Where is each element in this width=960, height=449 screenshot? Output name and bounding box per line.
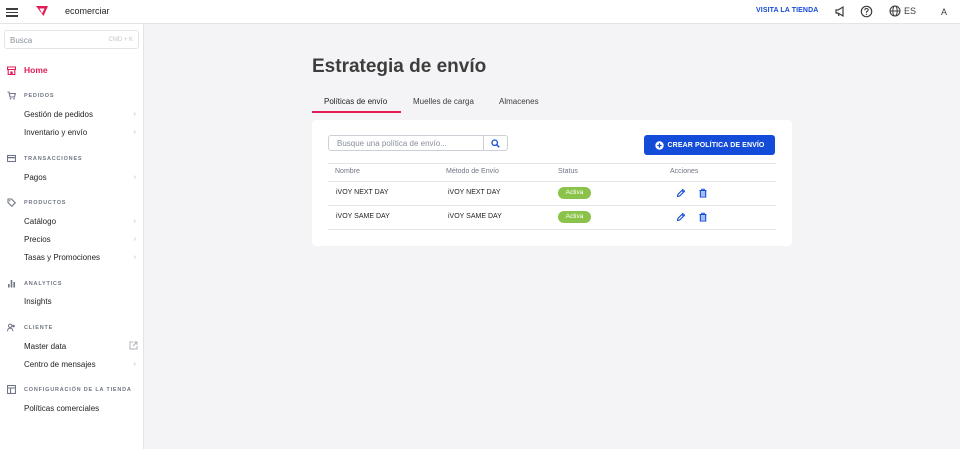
edit-icon[interactable] [676, 188, 686, 198]
search-shortcut: CMD + K [108, 37, 133, 43]
sidebar-item-label: Insights [24, 297, 52, 306]
chevron-right-icon: › [133, 129, 136, 136]
section-label: PEDIDOS [24, 92, 55, 99]
sidebar-item-label: Políticas comerciales [24, 404, 100, 413]
section-configuracion: CONFIGURACIÓN DE LA TIENDA [7, 385, 132, 394]
section-productos: PRODUCTOS [7, 198, 66, 207]
vtex-logo-icon[interactable] [35, 4, 49, 18]
help-icon[interactable] [860, 5, 873, 18]
search-placeholder: Busca [10, 36, 33, 45]
active-tab-indicator [312, 111, 401, 113]
sidebar-item-label: Gestión de pedidos [24, 110, 93, 119]
megaphone-icon[interactable] [834, 5, 847, 18]
chevron-right-icon: › [133, 361, 136, 368]
sidebar-item-catalogo[interactable]: Catálogo › [24, 217, 138, 226]
section-pedidos: PEDIDOS [7, 91, 54, 100]
search-placeholder: Busque una política de envío... [337, 139, 447, 148]
tab-muelles-carga[interactable]: Muelles de carga [413, 97, 474, 106]
external-link-icon [129, 341, 138, 350]
chevron-right-icon: › [133, 174, 136, 181]
sidebar-item-master-data[interactable]: Master data [24, 341, 138, 351]
sidebar-item-label: Pagos [24, 173, 47, 182]
status-badge: Activa [558, 211, 591, 223]
visit-store-link[interactable]: VISITA LA TIENDA [756, 7, 818, 14]
chevron-right-icon: › [133, 236, 136, 243]
language-label: ES [904, 6, 917, 16]
search-icon [491, 138, 500, 148]
globe-icon [889, 5, 901, 17]
sidebar-item-home[interactable]: Home [7, 65, 48, 75]
section-label: CONFIGURACIÓN DE LA TIENDA [24, 386, 132, 393]
search-button[interactable] [483, 136, 507, 150]
sidebar-item-label: Catálogo [24, 217, 57, 226]
policies-card: Busque una política de envío... CREAR PO… [312, 120, 792, 246]
policy-search-input[interactable]: Busque una política de envío... [328, 135, 508, 151]
card-icon [7, 154, 16, 163]
section-analytics: ANALYTICS [7, 279, 62, 288]
trash-icon[interactable] [698, 212, 708, 222]
column-header-acciones: Acciones [670, 168, 699, 175]
plus-circle-icon [654, 140, 664, 150]
edit-icon[interactable] [676, 212, 686, 222]
section-label: CLIENTE [24, 324, 54, 331]
sidebar-item-label: Centro de mensajes [24, 360, 96, 369]
cart-icon [7, 91, 16, 100]
create-policy-button[interactable]: CREAR POLÍTICA DE ENVÍO [644, 135, 775, 155]
divider [328, 163, 776, 164]
top-bar: ecomerciar VISITA LA TIENDA ES A [0, 0, 960, 24]
bar-chart-icon [8, 280, 15, 288]
page-title: Estrategia de envío [312, 56, 487, 77]
column-header-metodo[interactable]: Método de Envío [446, 168, 499, 175]
store-icon [7, 65, 16, 75]
sidebar-item-pagos[interactable]: Pagos › [24, 173, 138, 182]
sidebar-item-inventario[interactable]: Inventario y envío › [24, 128, 138, 137]
cell-name[interactable]: iVOY NEXT DAY [336, 189, 389, 196]
chevron-right-icon: › [133, 111, 136, 118]
sidebar-item-gestion-pedidos[interactable]: Gestión de pedidos › [24, 110, 138, 119]
users-icon [7, 323, 15, 332]
trash-icon[interactable] [698, 188, 708, 198]
sidebar-item-politicas-comerciales[interactable]: Políticas comerciales [24, 404, 138, 413]
section-label: TRANSACCIONES [24, 155, 83, 162]
column-header-nombre[interactable]: Nombre [335, 168, 360, 175]
cell-method: iVOY SAME DAY [448, 213, 502, 220]
cell-method: iVOY NEXT DAY [448, 189, 501, 196]
section-transacciones: TRANSACCIONES [7, 154, 82, 163]
status-badge: Activa [558, 187, 591, 199]
sidebar: Busca CMD + K Home PEDIDOS Gestión de pe… [0, 24, 144, 449]
language-selector[interactable]: ES [889, 5, 916, 17]
sidebar-item-centro-mensajes[interactable]: Centro de mensajes › [24, 360, 138, 369]
divider [328, 205, 776, 206]
column-header-status[interactable]: Status [558, 168, 578, 175]
account-name[interactable]: ecomerciar [65, 6, 110, 16]
sidebar-item-insights[interactable]: Insights [24, 297, 138, 306]
sidebar-item-tasas[interactable]: Tasas y Promociones › [24, 253, 138, 262]
sidebar-item-precios[interactable]: Precios › [24, 235, 138, 244]
sidebar-item-label: Home [24, 65, 48, 75]
sidebar-item-label: Master data [24, 342, 67, 351]
create-policy-label: CREAR POLÍTICA DE ENVÍO [667, 141, 765, 149]
cell-name[interactable]: iVOY SAME DAY [336, 213, 390, 220]
section-cliente: CLIENTE [7, 323, 53, 332]
sidebar-item-label: Precios [24, 235, 51, 244]
divider [328, 181, 776, 182]
tab-almacenes[interactable]: Almacenes [499, 97, 539, 106]
chevron-right-icon: › [133, 254, 136, 261]
section-label: PRODUCTOS [24, 199, 67, 206]
sidebar-item-label: Tasas y Promociones [24, 253, 101, 262]
sidebar-item-label: Inventario y envío [24, 128, 88, 137]
tab-politicas-envio[interactable]: Políticas de envío [324, 97, 387, 106]
menu-icon[interactable] [6, 6, 18, 18]
layout-icon [7, 385, 16, 394]
tag-icon [7, 198, 16, 207]
chevron-right-icon: › [133, 218, 136, 225]
avatar[interactable]: A [936, 4, 952, 20]
divider [328, 229, 776, 230]
section-label: ANALYTICS [24, 280, 63, 287]
sidebar-search-input[interactable]: Busca CMD + K [4, 30, 139, 49]
